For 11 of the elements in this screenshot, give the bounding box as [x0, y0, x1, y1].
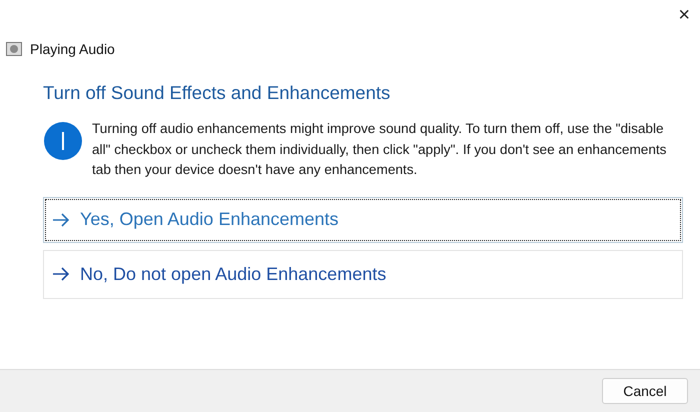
- info-message: Turning off audio enhancements might improve sound quality. To turn them off, use the "disable all" checkbox or uncheck them individually, then click "apply". If you don't see an enhancements tab then your device doesn't have any enhancements.: [92, 120, 668, 179]
- window-title: Playing Audio: [30, 41, 115, 57]
- arrow-icon: [52, 212, 70, 226]
- arrow-icon: [52, 267, 70, 281]
- cancel-button[interactable]: Cancel: [602, 378, 688, 404]
- speaker-icon: [6, 42, 22, 56]
- option-link[interactable]: Yes, Open Audio Enhancements: [43, 196, 683, 242]
- dialog-heading: Turn off Sound Effects and Enhancements: [43, 82, 392, 104]
- option-link[interactable]: No, Do not open Audio Enhancements: [43, 250, 683, 298]
- info-icon: [44, 122, 82, 160]
- close-button[interactable]: ×: [668, 0, 700, 30]
